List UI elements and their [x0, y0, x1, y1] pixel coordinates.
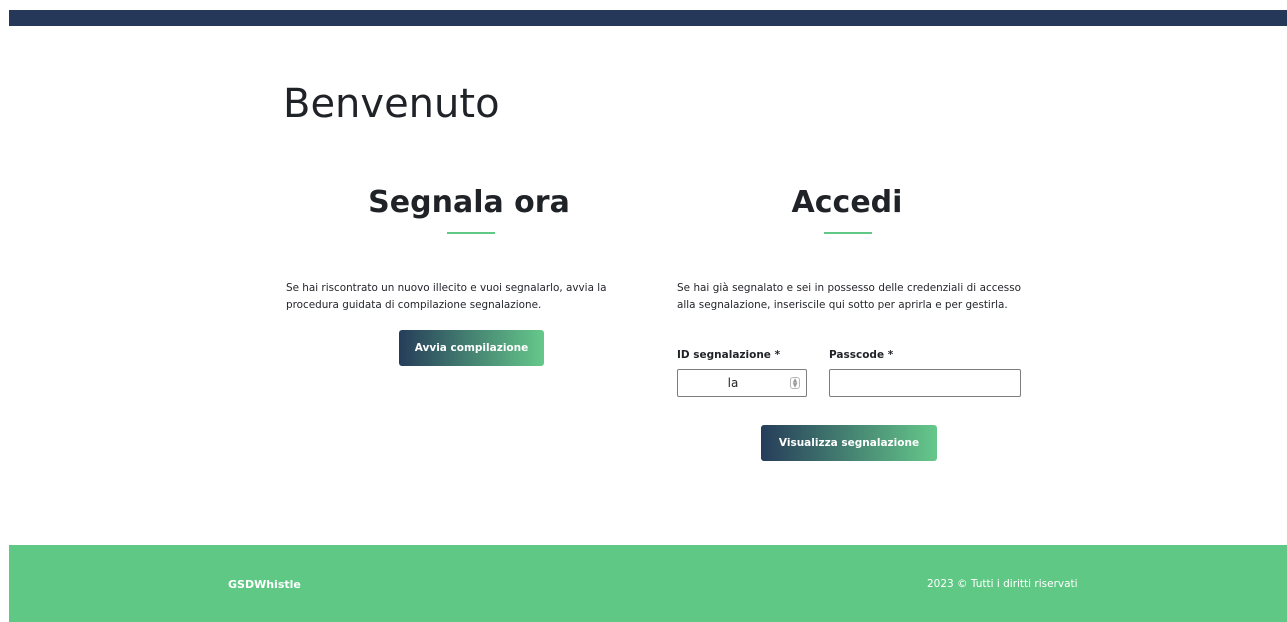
footer-copyright: 2023 © Tutti i diritti riservati — [927, 578, 1078, 590]
page-frame: Benvenuto Segnala ora Se hai riscontrato… — [9, 10, 1287, 622]
page-title: Benvenuto — [283, 81, 500, 127]
start-report-button[interactable]: Avvia compilazione — [399, 330, 544, 366]
report-id-input[interactable] — [678, 370, 806, 396]
report-id-field[interactable]: ▲ ▼ — [677, 369, 807, 397]
report-section-title: Segnala ora — [368, 185, 570, 220]
chevron-down-icon[interactable]: ▼ — [791, 383, 799, 389]
report-title-divider — [447, 232, 495, 234]
login-title-divider — [824, 232, 872, 234]
login-section-title: Accedi — [791, 185, 903, 220]
login-description: Se hai già segnalato e sei in possesso d… — [677, 282, 1021, 311]
top-bar — [9, 10, 1287, 26]
view-report-button[interactable]: Visualizza segnalazione — [761, 425, 937, 461]
passcode-input[interactable] — [830, 370, 1020, 396]
footer: GSDWhistle 2023 © Tutti i diritti riserv… — [9, 545, 1287, 622]
passcode-label: Passcode * — [829, 349, 894, 361]
number-stepper-icon[interactable]: ▲ ▼ — [790, 377, 800, 389]
report-id-label: ID segnalazione * — [677, 349, 781, 361]
report-description: Se hai riscontrato un nuovo illecito e v… — [286, 282, 607, 311]
passcode-field[interactable] — [829, 369, 1021, 397]
footer-brand: GSDWhistle — [228, 578, 301, 591]
